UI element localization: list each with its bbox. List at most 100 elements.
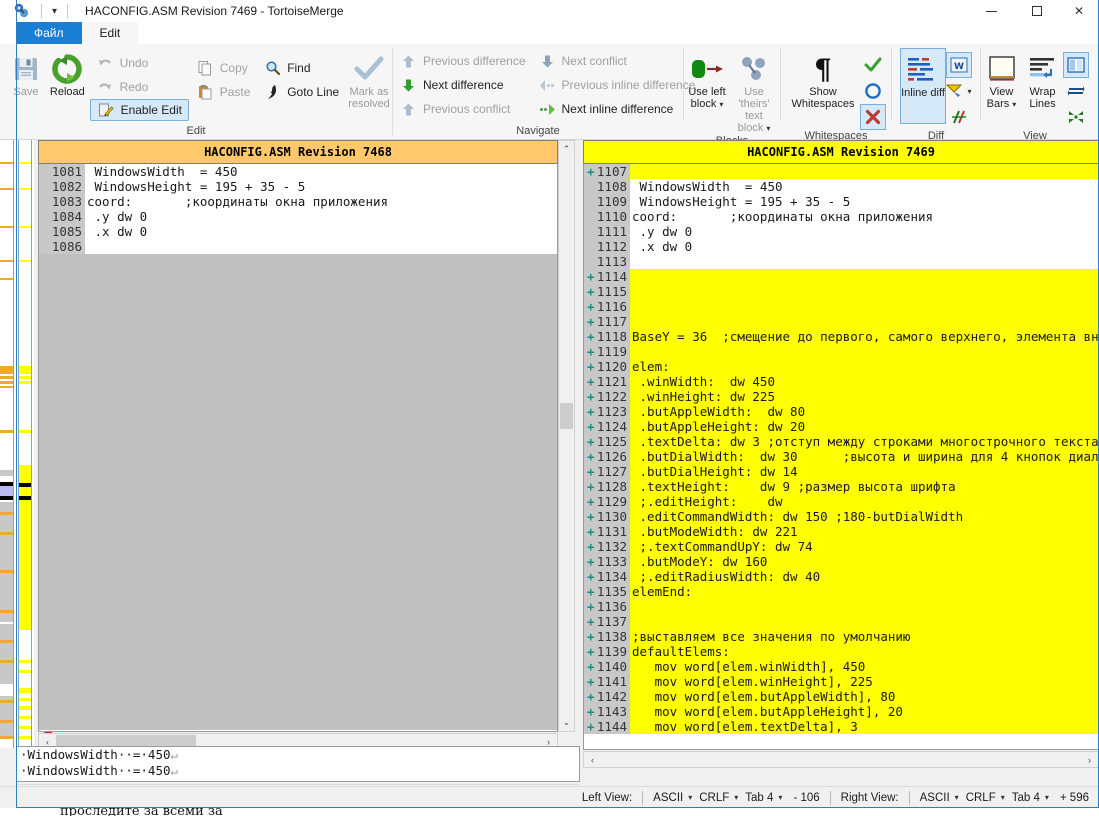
goto-line-button[interactable]: Goto Line [257,80,345,104]
enable-edit-button[interactable]: Enable Edit [90,99,189,121]
code-line[interactable]: 1113 [584,254,1099,269]
code-line[interactable]: +1121 .winWidth: dw 450 [584,374,1099,389]
left-vertical-scrollbar[interactable]: ⌃ ⌄ [558,140,575,732]
code-line[interactable]: 1081 WindowsWidth = 450 [39,164,557,179]
right-encoding-select[interactable]: ASCII [918,792,952,804]
previous-difference-button[interactable]: Previous difference [393,49,532,73]
left-eol-select[interactable]: CRLF [697,792,731,804]
code-line[interactable]: +1107 [584,164,1099,179]
code-line[interactable]: +1119 [584,344,1099,359]
code-line[interactable]: +1133 .butModeY: dw 160 [584,554,1099,569]
code-line[interactable]: 1084 .y dw 0 [39,209,557,224]
collapse-icon[interactable] [1063,104,1089,130]
mark-as-resolved-button[interactable]: Mark as resolved [346,48,392,110]
code-line[interactable]: 1110coord: ;координаты окна приложения [584,209,1099,224]
scroll-up-arrow-left[interactable]: ⌃ [559,141,574,158]
view-bars-button[interactable]: View Bars▾ [981,48,1022,111]
code-line[interactable]: +1136 [584,599,1099,614]
code-line[interactable]: +1135elemEnd: [584,584,1099,599]
left-locator-bar[interactable] [0,140,14,748]
code-line[interactable]: 1086 [39,239,557,254]
code-line[interactable]: 1083coord: ;координаты окна приложения [39,194,557,209]
right-locator-bar[interactable] [18,140,32,748]
code-line[interactable]: +1142 mov word[elem.butAppleWidth], 80 [584,689,1099,704]
green-check-icon[interactable] [860,52,886,78]
chevron-down-icon-3[interactable]: ▾ [967,87,971,96]
scroll-right-arrow[interactable]: › [540,737,557,747]
copy-button[interactable]: Copy [190,56,257,80]
next-conflict-button[interactable]: Next conflict [532,49,702,73]
code-line[interactable]: +1122 .winHeight: dw 225 [584,389,1099,404]
bottom-edit-strip[interactable]: ·WindowsWidth··=·450↵ ·WindowsWidth··=·4… [16,746,580,782]
inline-diff-button[interactable]: Inline diff [900,48,946,124]
code-line[interactable]: +1125 .textDelta: dw 3 ;отступ между стр… [584,434,1099,449]
undo-button[interactable]: Undo [90,51,189,75]
code-line[interactable]: +1115 [584,284,1099,299]
code-line[interactable]: +1120elem: [584,359,1099,374]
code-line[interactable]: 1109 WindowsHeight = 195 + 35 - 5 [584,194,1099,209]
code-line[interactable]: 1085 .x dw 0 [39,224,557,239]
tab-file[interactable]: Файл [16,22,82,44]
blue-circle-icon[interactable] [860,78,886,104]
code-line[interactable]: 1112 .x dw 0 [584,239,1099,254]
highlighter-icon[interactable]: ▾ [946,78,972,104]
right-horizontal-scrollbar[interactable]: ‹ › [583,751,1099,768]
chevron-down-icon-4[interactable]: ▾ [1012,100,1016,109]
code-line[interactable]: +1137 [584,614,1099,629]
close-button[interactable]: ✕ [1059,0,1099,22]
scroll-down-arrow-left[interactable]: ⌄ [559,714,574,731]
code-line[interactable]: +1117 [584,314,1099,329]
red-x-icon[interactable] [860,104,886,130]
left-tab-select[interactable]: Tab 4 [743,792,775,804]
code-line[interactable]: +1139defaultElems: [584,644,1099,659]
wrap-lines-button[interactable]: Wrap Lines [1022,48,1063,110]
two-pane-view-icon[interactable] [1063,52,1089,78]
switch-views-icon[interactable] [1063,78,1089,104]
next-difference-button[interactable]: Next difference [393,73,532,97]
save-button[interactable]: Save [6,48,46,98]
left-encoding-select[interactable]: ASCII [651,792,685,804]
code-line[interactable]: +1118BaseY = 36 ;смещение до первого, са… [584,329,1099,344]
chevron-down-icon-right-eol[interactable]: ▾ [1001,793,1005,802]
chevron-down-icon-left-eol[interactable]: ▾ [734,793,738,802]
code-line[interactable]: +1131 .butModeWidth: dw 221 [584,524,1099,539]
minimize-button[interactable] [969,0,1014,22]
code-line[interactable]: +1116 [584,299,1099,314]
code-line[interactable]: +1132 ;.textCommandUpY: dw 74 [584,539,1099,554]
left-scroll-thumb[interactable] [560,403,573,429]
right-code-area[interactable]: +1107 1108 WindowsWidth = 4501109 Window… [583,164,1099,750]
right-tab-select[interactable]: Tab 4 [1010,792,1042,804]
quick-access-dropdown[interactable]: ▾ [49,6,60,17]
code-line[interactable]: +1128 .textHeight: dw 9 ;размер высота ш… [584,479,1099,494]
code-line[interactable]: +1138;выставляем все значения по умолчан… [584,629,1099,644]
show-whitespaces-button[interactable]: ¶ Show Whitespaces [786,48,860,110]
chevron-down-icon-right-encoding[interactable]: ▾ [955,793,959,802]
right-eol-select[interactable]: CRLF [964,792,998,804]
code-line[interactable]: 1082 WindowsHeight = 195 + 35 - 5 [39,179,557,194]
code-line[interactable]: +1134 ;.editRadiusWidth: dw 40 [584,569,1099,584]
use-left-block-button[interactable]: Use left block▾ [685,48,729,111]
code-line[interactable]: +1141 mov word[elem.winHeight], 225 [584,674,1099,689]
code-line[interactable]: +1130 .editCommandWidth: dw 150 ;180-but… [584,509,1099,524]
line-endings-icon[interactable] [946,104,972,130]
compare-whitespace-icon[interactable]: W [946,52,972,78]
chevron-down-icon-2[interactable]: ▾ [766,124,770,133]
code-line[interactable]: +1123 .butAppleWidth: dw 80 [584,404,1099,419]
scroll-left-arrow[interactable]: ‹ [39,737,56,747]
chevron-down-icon-left-encoding[interactable]: ▾ [688,793,692,802]
code-line[interactable]: +1114 [584,269,1099,284]
code-line[interactable]: +1143 mov word[elem.butAppleHeight], 20 [584,704,1099,719]
chevron-down-icon-left-tab[interactable]: ▾ [778,793,782,802]
code-line[interactable]: +1144 mov word[elem.textDelta], 3 [584,719,1099,734]
previous-inline-difference-button[interactable]: Previous inline difference [532,73,702,97]
use-theirs-text-block-button[interactable]: Use 'theirs' text block▾ [729,48,779,135]
code-line[interactable]: +1140 mov word[elem.winWidth], 450 [584,659,1099,674]
scroll-right-arrow-right-pane[interactable]: › [1081,755,1098,765]
maximize-button[interactable] [1014,0,1059,22]
code-line[interactable]: +1129 ;.editHeight: dw [584,494,1099,509]
next-inline-difference-button[interactable]: Next inline difference [532,97,702,121]
code-line[interactable]: +1126 .butDialWidth: dw 30 ;высота и шир… [584,449,1099,464]
find-button[interactable]: Find [257,56,345,80]
right-hscroll-track[interactable] [601,752,1081,767]
previous-conflict-button[interactable]: Previous conflict [393,97,532,121]
